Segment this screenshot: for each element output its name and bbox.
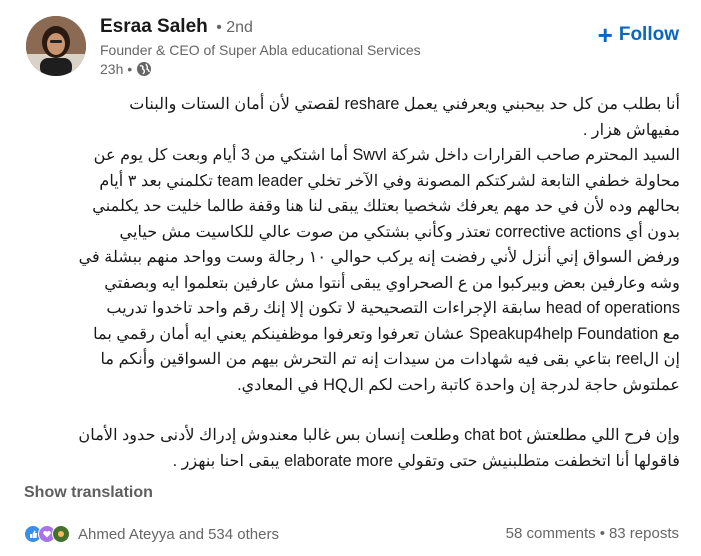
post-line: مفيهاش هزار . — [582, 120, 680, 139]
post-text: أنا بطلب من كل حد بيحبني ويعرفني يعمل re… — [18, 92, 680, 474]
post-line: السيد المحترم صاحب القرارات داخل شركة Sw… — [93, 146, 680, 164]
post-line: فاقولها أنا اتخطفت متطلبنيش حتى وتقولي e… — [172, 451, 680, 470]
reaction-icons — [24, 525, 70, 543]
post-line: وشه وعارفين بعض وبيركبوا من ع الصحراوي ي… — [104, 273, 680, 292]
post-line: أنا بطلب من كل حد بيحبني ويعرفني يعمل re… — [129, 95, 680, 113]
plus-icon: + — [597, 20, 613, 50]
post-time: 23h • — [100, 61, 133, 77]
avatar-photo — [26, 16, 86, 76]
post-line: بدون أي corrective actions تعتذر وكأني ب… — [119, 222, 680, 241]
post-card: Esraa Saleh • 2nd Founder & CEO of Super… — [0, 0, 701, 556]
reactors-text: Ahmed Ateyya and 534 others — [78, 525, 279, 543]
post-line: head of operations سابقة الإجراءات التصح… — [106, 299, 680, 317]
post-line: إن الreel بتاعي بقى فيه شهادات من سيدات … — [100, 350, 680, 368]
author-headline: Founder & CEO of Super Abla educational … — [100, 42, 421, 58]
reposts-count[interactable]: 83 reposts — [609, 525, 679, 543]
social-counts-bar: Ahmed Ateyya and 534 others 58 comments … — [24, 525, 679, 543]
avatar[interactable] — [26, 16, 86, 76]
post-line: ورفض السواق إني أنزل لأني رفضت إنه يركب … — [78, 248, 680, 266]
show-translation-link[interactable]: Show translation — [24, 484, 153, 502]
comments-count[interactable]: 58 comments — [506, 525, 596, 543]
author-name[interactable]: Esraa Saleh — [100, 16, 208, 37]
post-line: وإن فرح اللي مطلعتش chat bot وطلعت إنسان… — [78, 426, 680, 444]
follow-button[interactable]: + Follow — [597, 20, 679, 50]
engagement-counts: 58 comments • 83 reposts — [506, 525, 679, 543]
globe-icon — [136, 61, 152, 77]
reactions-summary[interactable]: Ahmed Ateyya and 534 others — [24, 525, 279, 543]
post-line: مع Speakup4help Foundation عشان تعرفوا و… — [93, 324, 680, 343]
author-line: Esraa Saleh • 2nd — [100, 16, 253, 38]
post-line: عملتوش حاجة لدرجة إن واحدة كاتبة راحت لك… — [237, 375, 680, 394]
celebrate-reaction-icon — [52, 525, 70, 543]
post-line: محاولة خطفي التابعة لشركتكم المصونة وفي … — [99, 171, 680, 190]
post-line: بحالهم وده لأن في حد مهم يعرفك شخصيا بعت… — [92, 197, 680, 215]
post-meta: 23h • — [100, 61, 152, 77]
follow-label: Follow — [618, 24, 679, 45]
connection-degree: • 2nd — [216, 19, 253, 36]
counts-separator: • — [599, 525, 605, 542]
